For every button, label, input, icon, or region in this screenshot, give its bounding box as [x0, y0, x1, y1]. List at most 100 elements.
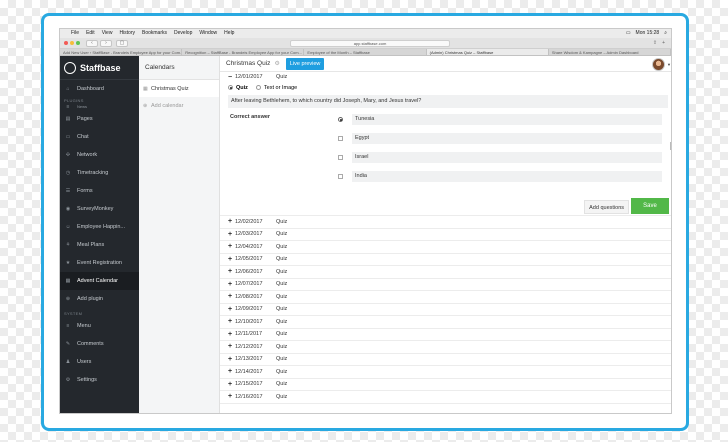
staffbase-app: Staffbase ⌂ Dashboard PLUGINS ≡ News ▤ Pa… — [60, 56, 671, 413]
sidebar-item-label: Add plugin — [77, 296, 103, 302]
browser-tab[interactable]: Employee of the Month – Staffbase — [304, 49, 427, 55]
menu-item-help[interactable]: Help — [224, 29, 234, 38]
day-row[interactable]: +12/02/2017 Quiz — [220, 216, 671, 229]
expand-icon[interactable]: + — [228, 268, 235, 275]
collapse-icon[interactable]: − — [228, 74, 235, 81]
browser-tab[interactable]: Add New User ‹ StaffBase - Brandeis Empl… — [60, 49, 183, 55]
day-row[interactable]: +12/14/2017 Quiz — [220, 366, 671, 379]
sidebar-item-meal-plans[interactable]: ⚘ Meal Plans — [60, 236, 139, 254]
menu-item-bookmarks[interactable]: Bookmarks — [142, 29, 167, 38]
expand-icon[interactable]: + — [228, 318, 235, 325]
sidebar-item-add-plugin[interactable]: ⊕ Add plugin — [60, 290, 139, 308]
answer-checkbox[interactable] — [338, 136, 343, 141]
expand-icon[interactable]: + — [228, 368, 235, 375]
scrollbar[interactable] — [670, 142, 671, 150]
add-questions-button[interactable]: Add questions — [584, 200, 629, 214]
sidebar-item-advent-calendar[interactable]: ▦ Advent Calendar — [60, 272, 139, 290]
day-row[interactable]: +12/10/2017 Quiz — [220, 316, 671, 329]
sidebar-item-comments[interactable]: ✎ Comments — [60, 335, 139, 353]
answer-input[interactable]: India — [352, 171, 662, 182]
menu-item-develop[interactable]: Develop — [174, 29, 192, 38]
day-row-expanded[interactable]: − 12/01/2017 Quiz — [220, 72, 671, 82]
type-text-image-radio[interactable]: Text or Image — [255, 85, 297, 91]
address-bar[interactable]: app.staffbase.com — [290, 40, 450, 47]
surveymonkey-icon: ◉ — [65, 206, 71, 212]
search-icon[interactable]: ⌕ — [664, 29, 667, 38]
close-window-button[interactable] — [64, 41, 68, 45]
expand-icon[interactable]: + — [228, 356, 235, 363]
sidebar-item-event-registration[interactable]: ★ Event Registration — [60, 254, 139, 272]
browser-tab[interactable]: (Admin) Christmas Quiz – Staffbase — [426, 49, 549, 55]
menu-item-edit[interactable]: Edit — [86, 29, 95, 38]
expand-icon[interactable]: + — [228, 306, 235, 313]
chevron-down-icon[interactable]: ▼ — [667, 62, 671, 67]
expand-icon[interactable]: + — [228, 256, 235, 263]
add-calendar-button[interactable]: ⊕ Add calendar — [139, 97, 219, 114]
answer-input[interactable]: Israel — [352, 152, 662, 163]
battery-icon[interactable]: ▭ — [626, 29, 631, 38]
day-row[interactable]: +12/13/2017 Quiz — [220, 354, 671, 366]
calendar-item-christmas-quiz[interactable]: ▦ Christmas Quiz — [139, 80, 219, 97]
sidebar-toggle-icon[interactable]: ▢ — [116, 40, 128, 47]
day-row[interactable]: +12/04/2017 Quiz — [220, 241, 671, 254]
browser-tab[interactable]: Share Wisdom & Kampagne – Admin Dashboar… — [549, 49, 671, 55]
day-row[interactable]: +12/11/2017 Quiz — [220, 329, 671, 341]
sidebar-item-forms[interactable]: ☰ Forms — [60, 182, 139, 200]
browser-tab[interactable]: Recognition – StaffBase - Brandeis Emplo… — [182, 49, 305, 55]
day-row[interactable]: +12/09/2017 Quiz — [220, 304, 671, 316]
menu-item-file[interactable]: File — [71, 29, 79, 38]
sidebar-item-pages[interactable]: ▤ Pages — [60, 110, 139, 128]
question-input[interactable]: After leaving Bethlehem, to which countr… — [228, 95, 668, 108]
answer-checkbox[interactable] — [338, 155, 343, 160]
sidebar-item-label: Event Registration — [77, 260, 122, 266]
forward-button[interactable]: › — [100, 40, 112, 47]
expand-icon[interactable]: + — [228, 243, 235, 250]
minimize-window-button[interactable] — [70, 41, 74, 45]
radio-icon — [255, 85, 261, 90]
avatar[interactable] — [652, 58, 665, 71]
menu-item-history[interactable]: History — [119, 29, 135, 38]
answer-input[interactable]: Tunesia — [352, 114, 662, 125]
menu-item-window[interactable]: Window — [199, 29, 217, 38]
day-row[interactable]: +12/06/2017 Quiz — [220, 266, 671, 279]
clock[interactable]: Mon 15:28 — [636, 29, 660, 38]
day-row[interactable]: +12/05/2017 Quiz — [220, 254, 671, 266]
zoom-window-button[interactable] — [76, 41, 80, 45]
day-row[interactable]: +12/12/2017 Quiz — [220, 341, 671, 354]
sidebar-item-dashboard[interactable]: ⌂ Dashboard — [60, 80, 139, 98]
expand-icon[interactable]: + — [228, 393, 235, 400]
back-button[interactable]: ‹ — [86, 40, 98, 47]
answer-input[interactable]: Egypt — [352, 133, 662, 144]
brand-logo[interactable]: Staffbase — [60, 56, 139, 80]
new-tab-icon[interactable]: + — [662, 40, 665, 46]
sidebar-item-network[interactable]: ✣ Network — [60, 146, 139, 164]
day-row[interactable]: +12/07/2017 Quiz — [220, 279, 671, 291]
correct-answer-radio[interactable] — [338, 117, 343, 122]
day-row[interactable]: +12/03/2017 Quiz — [220, 229, 671, 241]
answer-checkbox[interactable] — [338, 174, 343, 179]
sidebar-item-settings[interactable]: ⚙ Settings — [60, 371, 139, 389]
expand-icon[interactable]: + — [228, 381, 235, 388]
day-row[interactable]: +12/15/2017 Quiz — [220, 379, 671, 391]
sidebar-item-users[interactable]: ♟ Users — [60, 353, 139, 371]
sidebar-item-menu[interactable]: ≡ Menu — [60, 317, 139, 335]
type-quiz-radio[interactable]: Quiz — [228, 85, 248, 91]
expand-icon[interactable]: + — [228, 281, 235, 288]
menu-item-view[interactable]: View — [102, 29, 113, 38]
gear-icon[interactable]: ⚙ — [274, 60, 279, 67]
calendars-panel: Calendars ▦ Christmas Quiz ⊕ Add calenda… — [139, 56, 220, 413]
day-row[interactable]: +12/08/2017 Quiz — [220, 291, 671, 304]
live-preview-button[interactable]: Live preview — [285, 57, 325, 70]
expand-icon[interactable]: + — [228, 218, 235, 225]
sidebar-item-chat[interactable]: ▭ Chat — [60, 128, 139, 146]
sidebar-item-employee-happin[interactable]: ☺ Employee Happin... — [60, 218, 139, 236]
share-icon[interactable]: ⇪ — [653, 40, 657, 46]
expand-icon[interactable]: + — [228, 331, 235, 338]
expand-icon[interactable]: + — [228, 343, 235, 350]
expand-icon[interactable]: + — [228, 293, 235, 300]
day-row[interactable]: +12/16/2017 Quiz — [220, 391, 671, 404]
sidebar-item-timetracking[interactable]: ◷ Timetracking — [60, 164, 139, 182]
save-button[interactable]: Save — [631, 198, 669, 214]
expand-icon[interactable]: + — [228, 231, 235, 238]
sidebar-item-surveymonkey[interactable]: ◉ SurveyMonkey — [60, 200, 139, 218]
